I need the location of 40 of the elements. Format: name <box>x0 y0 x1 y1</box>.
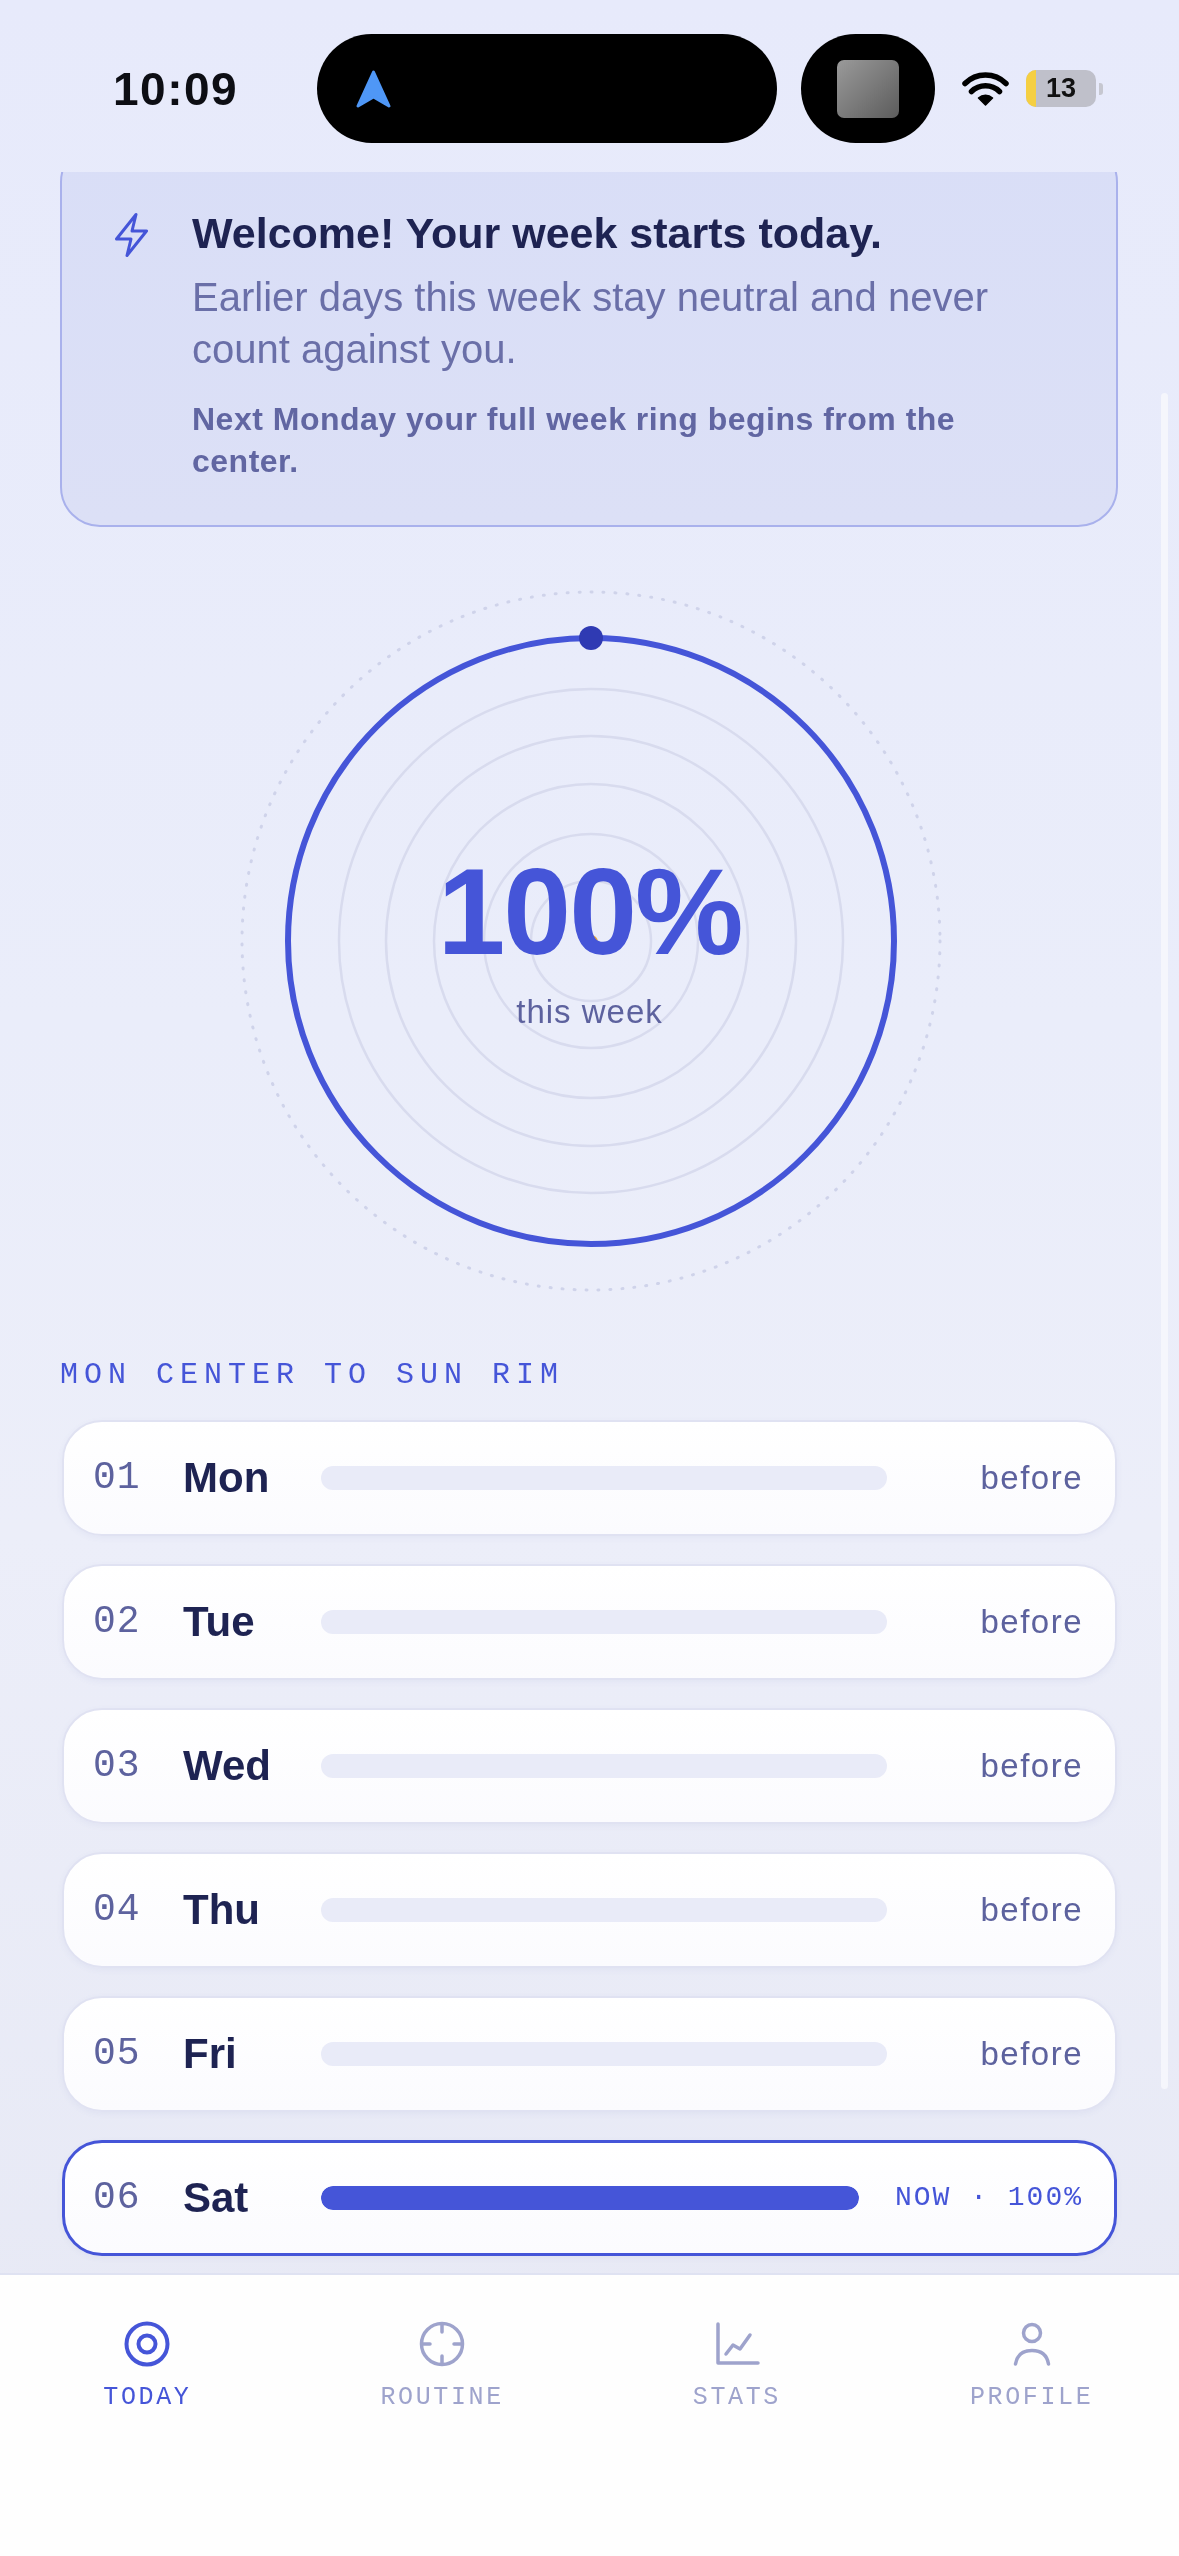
day-row[interactable]: 02 Tue before <box>62 1564 1117 1680</box>
day-status: before <box>980 1891 1083 1928</box>
welcome-title: Welcome! Your week starts today. <box>192 210 883 256</box>
battery-indicator: 13 <box>1026 70 1103 107</box>
section-label: MON CENTER TO SUN RIM <box>60 1359 565 1391</box>
day-row[interactable]: 06 Sat NOW · 100% <box>62 2140 1117 2256</box>
wifi-icon <box>962 71 1009 106</box>
day-name: Mon <box>183 1454 270 1502</box>
day-row[interactable]: 01 Mon before <box>62 1420 1117 1536</box>
day-number: 01 <box>93 1457 141 1499</box>
crosshair-icon <box>419 2321 466 2367</box>
welcome-message: Earlier days this week stay neutral and never count against you. <box>192 274 989 373</box>
weekly-caption: this week <box>516 994 663 1030</box>
day-number: 03 <box>93 1745 141 1787</box>
day-row[interactable]: 05 Fri before <box>62 1996 1117 2112</box>
day-name: Sat <box>183 2174 249 2222</box>
target-icon <box>124 2321 171 2367</box>
day-name: Wed <box>183 1742 271 1790</box>
day-status: before <box>980 2035 1083 2072</box>
navigation-arrow-icon <box>355 68 392 109</box>
day-name: Tue <box>183 1598 255 1646</box>
day-status: before <box>980 1459 1083 1496</box>
day-status: NOW · 100% <box>894 2182 1083 2213</box>
day-name: Fri <box>183 2030 237 2078</box>
tab-button[interactable]: TODAY <box>103 2321 192 2413</box>
weekly-percentage: 100% <box>437 852 742 972</box>
welcome-note: Next Monday your full week ring begins from the center. <box>192 400 957 481</box>
day-row[interactable]: 04 Thu before <box>62 1852 1117 1968</box>
day-name: Thu <box>183 1886 260 1934</box>
day-number: 05 <box>93 2033 141 2075</box>
album-art-placeholder <box>837 59 899 118</box>
day-number: 04 <box>93 1889 141 1931</box>
day-number: 02 <box>93 1601 141 1643</box>
lightning-icon <box>113 212 150 258</box>
day-row[interactable]: 03 Wed before <box>62 1708 1117 1824</box>
day-status: before <box>980 1603 1083 1640</box>
clock-time: 10:09 <box>113 61 239 116</box>
day-status: before <box>980 1747 1083 1784</box>
day-number: 06 <box>93 2177 141 2219</box>
line-chart-icon <box>713 2321 760 2367</box>
